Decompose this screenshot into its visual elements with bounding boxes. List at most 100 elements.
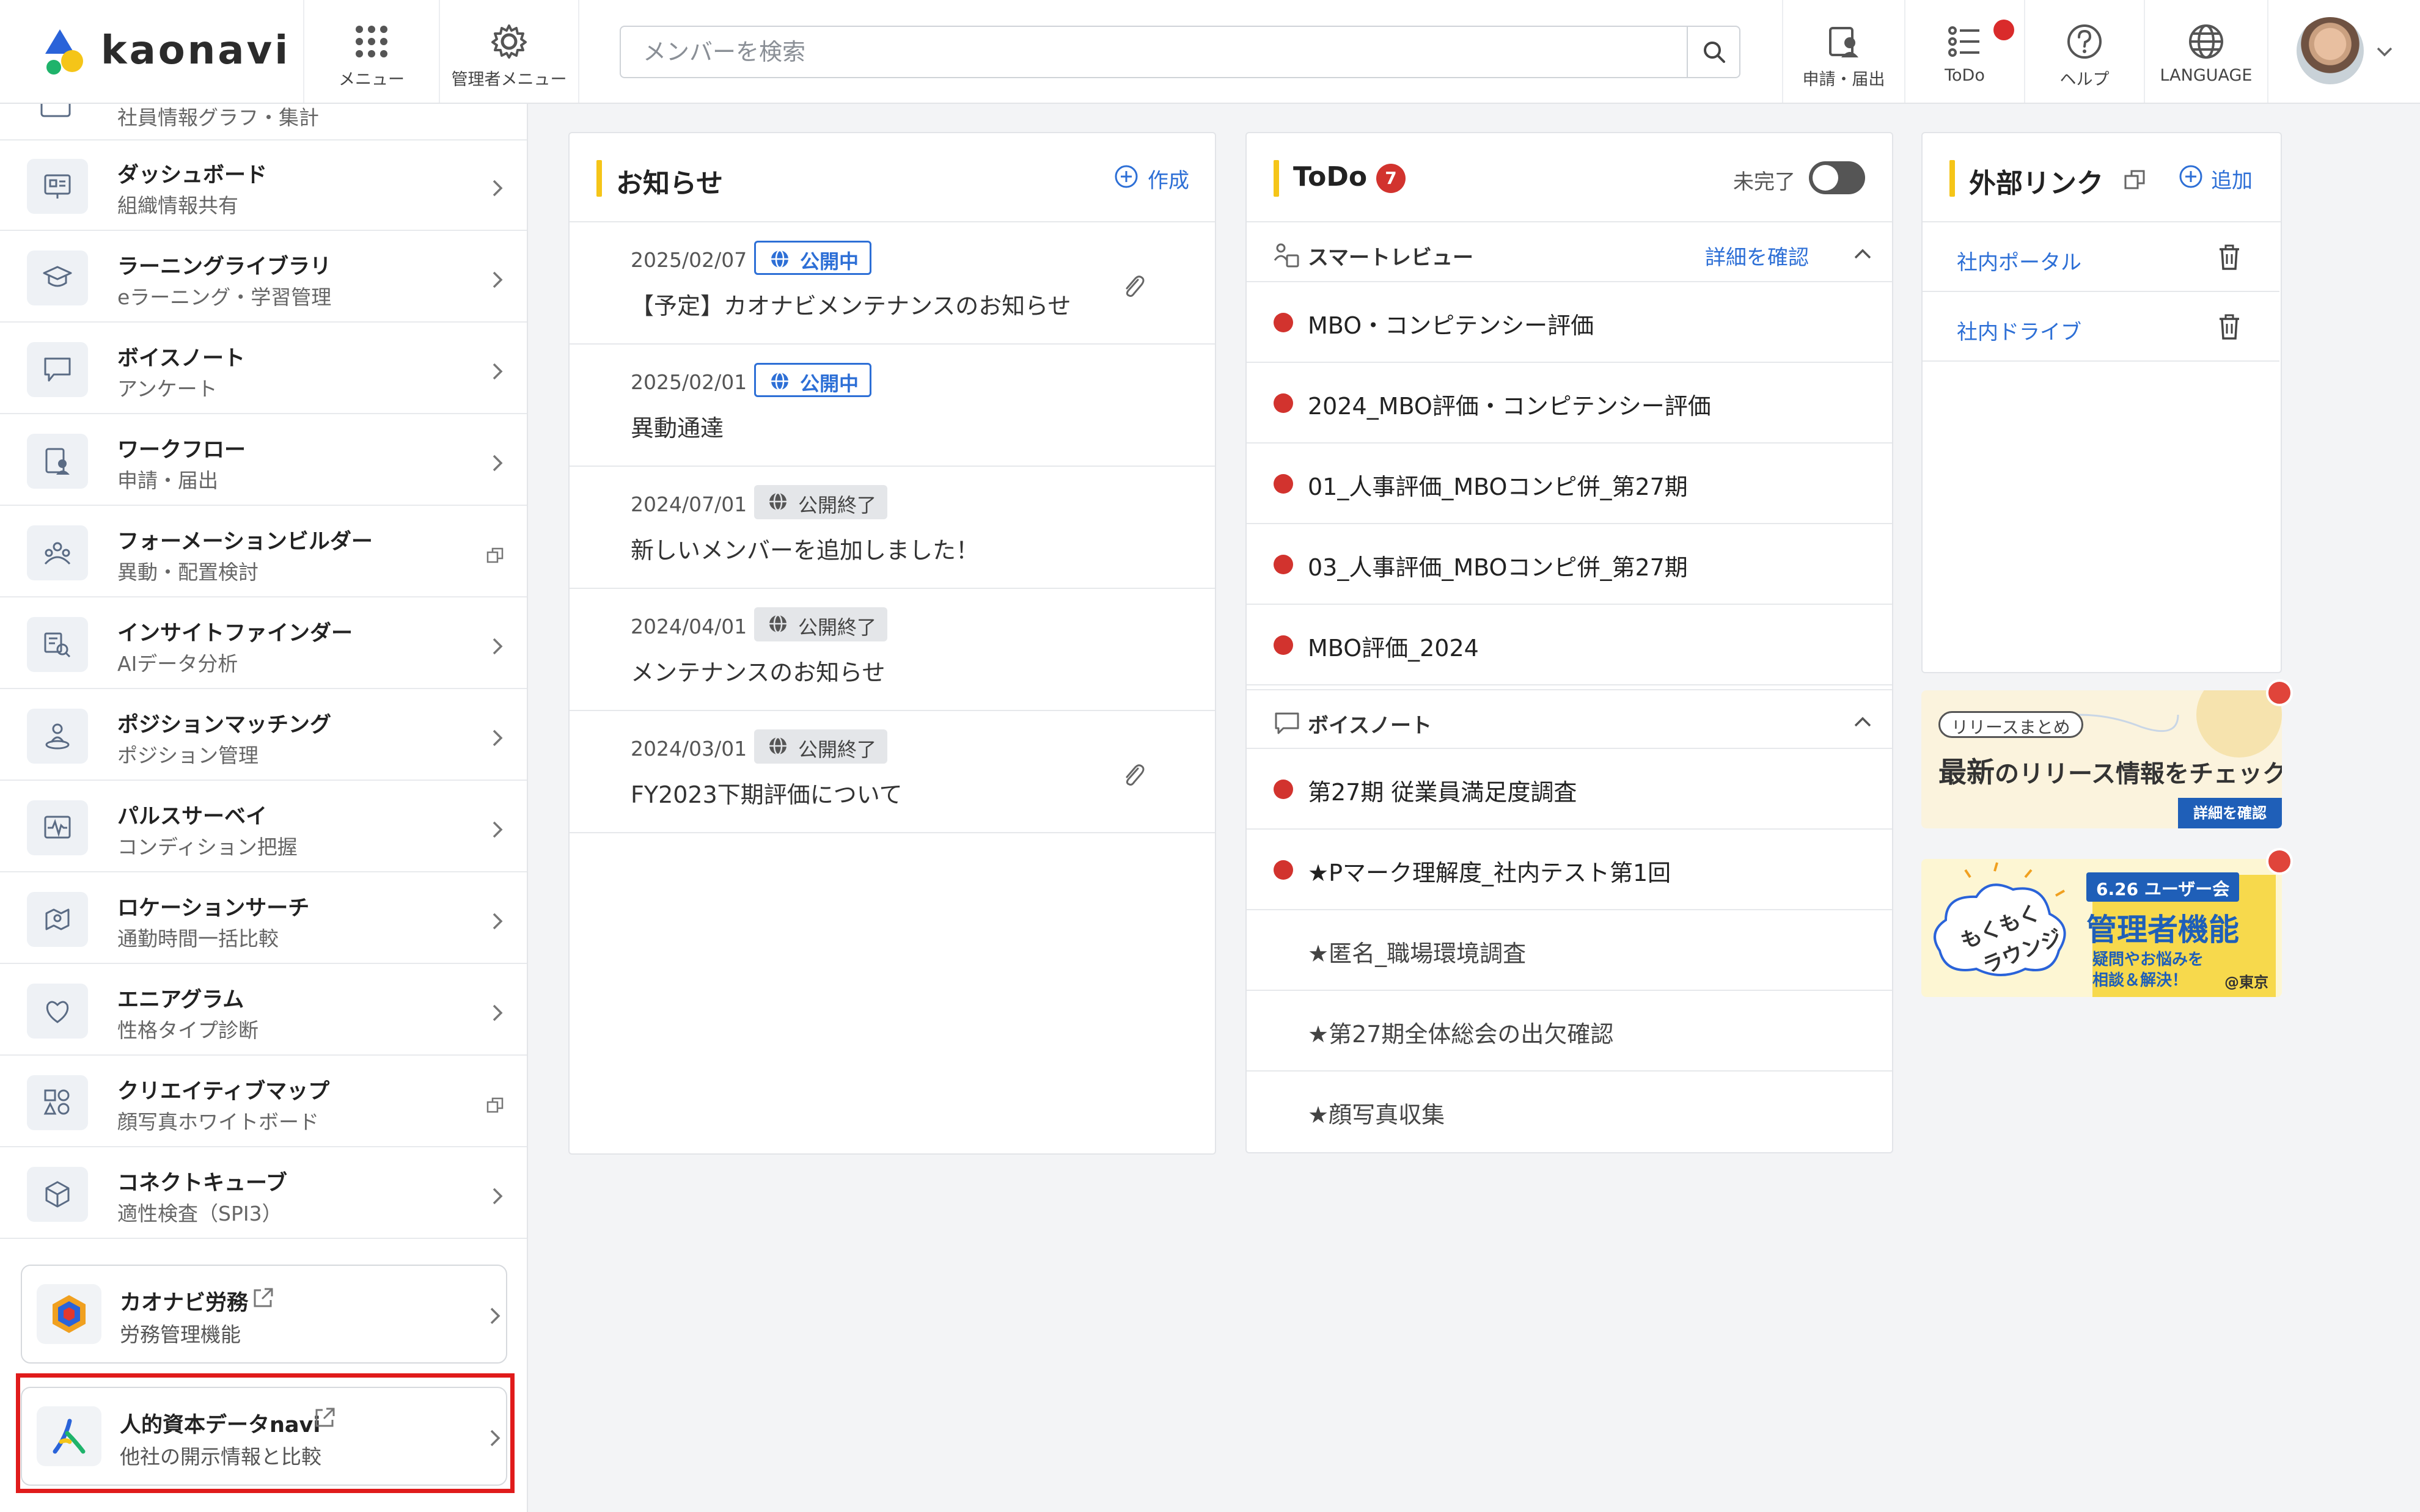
todo-item[interactable]: 03_人事評価_MBOコンピ併_第27期 bbox=[1247, 524, 1892, 605]
card-subtitle: 労務管理機能 bbox=[120, 1323, 241, 1346]
todo-item[interactable]: 第27期 従業員満足度調査 bbox=[1247, 749, 1892, 830]
sidebar-item-title: クリエイティブマップ bbox=[117, 1079, 330, 1104]
sidebar-item[interactable]: ボイスノート アンケート bbox=[0, 324, 527, 414]
news-item[interactable]: 2024/03/01 公開終了 FY2023下期評価について bbox=[570, 711, 1215, 833]
search-input[interactable] bbox=[621, 27, 1688, 77]
delete-link-button[interactable] bbox=[2216, 313, 2243, 343]
news-item[interactable]: 2024/04/01 公開終了 メンテナンスのお知らせ bbox=[570, 589, 1215, 711]
sidebar-item-icon bbox=[27, 800, 88, 855]
todo-item-text: 03_人事評価_MBOコンピ併_第27期 bbox=[1308, 554, 1688, 581]
sidebar-item[interactable]: ロケーションサーチ 通勤時間一括比較 bbox=[0, 874, 527, 964]
logo-text: kaonavi bbox=[101, 28, 291, 73]
chevron-down-icon[interactable] bbox=[2374, 42, 2395, 62]
lounge-banner[interactable]: もくもく ラウンジ 6.26 ユーザー会 管理者機能 疑問やお悩みを 相談＆解決… bbox=[1921, 859, 2282, 997]
todo-item[interactable]: ★顔写真収集 bbox=[1247, 1072, 1892, 1152]
kaonavi-logo[interactable]: kaonavi bbox=[37, 23, 288, 84]
status-text: 公開終了 bbox=[798, 494, 877, 517]
sidebar-item-graph[interactable]: 社員情報グラフ・集計 bbox=[0, 104, 527, 141]
sidebar-item-title: ダッシュボード bbox=[117, 163, 268, 188]
sidebar-item[interactable]: エニアグラム 性格タイプ診断 bbox=[0, 965, 527, 1056]
todo-item[interactable]: 2024_MBO評価・コンピテンシー評価 bbox=[1247, 363, 1892, 444]
news-date: 2024/04/01 bbox=[631, 615, 747, 638]
todo-header-button[interactable]: ToDo bbox=[1904, 0, 2024, 103]
news-item[interactable]: 2025/02/07 公開中 【予定】カオナビメンテナンスのお知らせ bbox=[570, 222, 1215, 345]
sidebar-item[interactable]: パルスサーベイ コンディション把握 bbox=[0, 782, 527, 872]
todo-item-text: 01_人事評価_MBOコンピ併_第27期 bbox=[1308, 473, 1688, 500]
sidebar-item-icon bbox=[27, 159, 88, 214]
delete-link-button[interactable] bbox=[2216, 243, 2243, 274]
kaonavi-romu-card[interactable]: カオナビ労務 労務管理機能 bbox=[21, 1265, 507, 1364]
help-button[interactable]: ヘルプ bbox=[2024, 0, 2144, 103]
news-date: 2024/03/01 bbox=[631, 737, 747, 761]
release-headline: 最新のリリース情報をチェック bbox=[1938, 750, 2282, 791]
chevron-right-icon bbox=[489, 176, 506, 203]
release-banner[interactable]: リリースまとめ 最新のリリース情報をチェック 詳細を確認 bbox=[1921, 690, 2282, 828]
external-link[interactable]: 社内ドライブ bbox=[1957, 315, 2081, 345]
sidebar-item-icon bbox=[27, 984, 88, 1039]
external-links-panel: 外部リンク 追加 社内ポータル 社内ドライブ bbox=[1921, 132, 2282, 673]
open-external-icon bbox=[485, 545, 506, 568]
menu-button[interactable]: メニュー bbox=[303, 0, 439, 103]
external-link[interactable]: 社内ポータル bbox=[1957, 246, 2081, 276]
todo-item[interactable]: MBO評価_2024 bbox=[1247, 605, 1892, 685]
sidebar-item[interactable]: クリエイティブマップ 顔写真ホワイトボード bbox=[0, 1057, 527, 1147]
search-button[interactable] bbox=[1687, 27, 1739, 77]
enneagram-icon bbox=[46, 1001, 69, 1023]
release-headline-strong: 最新 bbox=[1938, 756, 1995, 789]
todo-item[interactable]: ★Pマーク理解度_社内テスト第1回 bbox=[1247, 830, 1892, 910]
todo-item[interactable]: ★第27期全体総会の出欠確認 bbox=[1247, 991, 1892, 1072]
status-badge: 公開終了 bbox=[754, 607, 888, 641]
chevron-up-icon[interactable] bbox=[1852, 244, 1874, 263]
cube-icon bbox=[45, 1181, 70, 1208]
lounge-new-dot bbox=[2266, 848, 2293, 875]
todo-item[interactable]: 01_人事評価_MBOコンピ併_第27期 bbox=[1247, 444, 1892, 524]
release-headline-rest: のリリース情報をチェック bbox=[1995, 760, 2282, 788]
globe-icon bbox=[769, 492, 787, 511]
language-button[interactable]: LANGUAGE bbox=[2144, 0, 2268, 103]
admin-menu-button[interactable]: 管理者メニュー bbox=[439, 0, 579, 103]
sidebar-item[interactable]: ポジションマッチング ポジション管理 bbox=[0, 690, 527, 781]
chevron-right-icon bbox=[489, 451, 506, 478]
chevron-right-icon bbox=[489, 817, 506, 844]
user-avatar[interactable] bbox=[2297, 17, 2364, 84]
sidebar-item-subtitle: アンケート bbox=[117, 377, 218, 401]
sidebar-item-title: ラーニングライブラリ bbox=[117, 255, 332, 279]
sidebar-item[interactable]: コネクトキューブ 適性検査（SPI3） bbox=[0, 1149, 527, 1239]
sidebar-item[interactable]: インサイトファインダー AIデータ分析 bbox=[0, 599, 527, 689]
sidebar-item-subtitle: 異動・配置検討 bbox=[117, 560, 258, 584]
detail-link[interactable]: 詳細を確認 bbox=[1705, 241, 1809, 271]
todo-item[interactable]: ★匿名_職場環境調査 bbox=[1247, 910, 1892, 991]
todo-item[interactable]: MBO・コンピテンシー評価 bbox=[1247, 282, 1892, 363]
globe-icon bbox=[769, 614, 787, 634]
sidebar-item-subtitle: 通勤時間一括比較 bbox=[117, 927, 279, 951]
attachment-indicator bbox=[1120, 272, 1148, 303]
todo-item-text: 2024_MBO評価・コンピテンシー評価 bbox=[1308, 393, 1711, 420]
sidebar-item[interactable]: ワークフロー 申請・届出 bbox=[0, 415, 527, 506]
sidebar-item[interactable]: ダッシュボード 組織情報共有 bbox=[0, 141, 527, 231]
chevron-up-icon[interactable] bbox=[1852, 712, 1874, 731]
sidebar-item-title: コネクトキューブ bbox=[117, 1171, 287, 1196]
news-item[interactable]: 2025/02/01 公開中 異動通達 bbox=[570, 345, 1215, 467]
incomplete-label: 未完了 bbox=[1733, 170, 1795, 194]
release-detail-button[interactable]: 詳細を確認 bbox=[2178, 798, 2282, 828]
sidebar-item[interactable]: フォーメーションビルダー 異動・配置検討 bbox=[0, 507, 527, 597]
incomplete-toggle[interactable] bbox=[1809, 161, 1865, 194]
workflow-button[interactable]: 申請・届出 bbox=[1782, 0, 1904, 103]
sidebar-item[interactable]: ラーニングライブラリ eラーニング・学習管理 bbox=[0, 232, 527, 323]
shapes-icon bbox=[43, 1089, 70, 1115]
todo-list-icon bbox=[1948, 26, 1979, 57]
unread-dot bbox=[1274, 860, 1293, 880]
title-accent bbox=[596, 160, 602, 197]
romu-logo bbox=[37, 1284, 101, 1344]
title-accent bbox=[1949, 160, 1955, 197]
chevron-right-icon bbox=[489, 726, 506, 753]
sidebar-item-icon bbox=[27, 250, 88, 305]
news-date: 2025/02/01 bbox=[631, 370, 747, 394]
todo-item-text: ★顔写真収集 bbox=[1308, 1101, 1445, 1128]
news-item[interactable]: 2024/07/01 公開終了 新しいメンバーを追加しました！ bbox=[570, 467, 1215, 589]
sidebar-item-subtitle: コンディション把握 bbox=[117, 835, 298, 859]
status-text: 公開終了 bbox=[798, 738, 877, 761]
sidebar-item-subtitle: 組織情報共有 bbox=[117, 194, 238, 217]
add-label: 追加 bbox=[2211, 169, 2253, 193]
smart-review-icon bbox=[1274, 243, 1299, 268]
